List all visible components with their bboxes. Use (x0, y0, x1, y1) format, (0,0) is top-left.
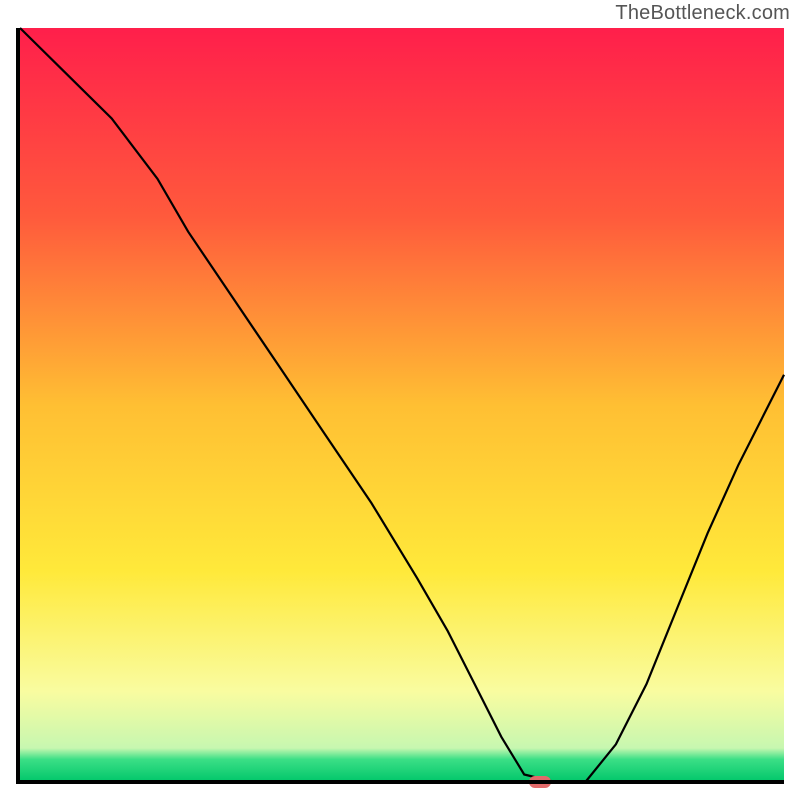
bottleneck-chart: TheBottleneck.com (0, 0, 800, 800)
watermark-text: TheBottleneck.com (615, 2, 790, 25)
chart-svg (0, 0, 800, 800)
x-axis (16, 780, 784, 784)
gradient-background (20, 28, 784, 782)
y-axis (16, 28, 20, 784)
